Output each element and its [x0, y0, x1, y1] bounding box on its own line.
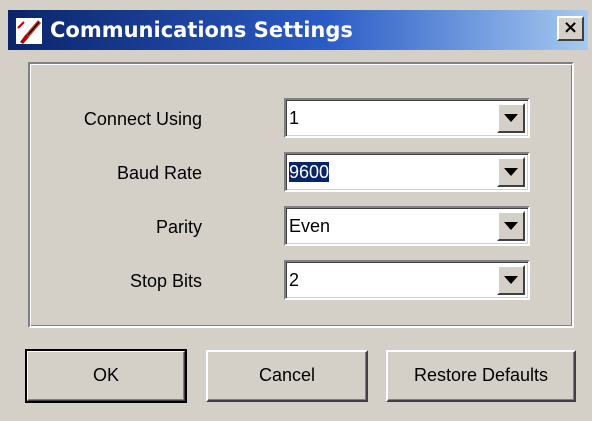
cancel-button[interactable]: Cancel: [206, 350, 368, 402]
ok-button[interactable]: OK: [25, 349, 187, 403]
baud-rate-value: 9600: [289, 162, 330, 182]
parity-value: Even: [289, 216, 331, 236]
connect-using-label: Connect Using: [83, 109, 202, 129]
dialog-title: Communications Settings: [50, 18, 353, 42]
restore-defaults-button[interactable]: Restore Defaults: [386, 350, 576, 402]
connect-using-dropdown[interactable]: 1: [284, 98, 530, 138]
settings-group: Connect Using 1 Baud Rate 9600 Parity Ev…: [28, 62, 574, 328]
chevron-down-icon[interactable]: [497, 157, 525, 187]
dialog-window: Communications Settings × Connect Using …: [0, 0, 592, 421]
app-brush-icon: [14, 16, 44, 46]
baud-rate-dropdown[interactable]: 9600: [284, 152, 530, 192]
baud-rate-label: Baud Rate: [116, 163, 202, 183]
stop-bits-value: 2: [289, 270, 300, 290]
chevron-down-icon[interactable]: [497, 103, 525, 133]
close-button[interactable]: ×: [557, 16, 584, 41]
stop-bits-dropdown[interactable]: 2: [284, 260, 530, 300]
connect-using-value: 1: [289, 108, 300, 128]
chevron-down-icon[interactable]: [497, 265, 525, 295]
stop-bits-label: Stop Bits: [129, 271, 202, 291]
title-bar[interactable]: Communications Settings ×: [8, 10, 588, 50]
parity-label: Parity: [155, 217, 202, 237]
chevron-down-icon[interactable]: [497, 211, 525, 241]
parity-dropdown[interactable]: Even: [284, 206, 530, 246]
